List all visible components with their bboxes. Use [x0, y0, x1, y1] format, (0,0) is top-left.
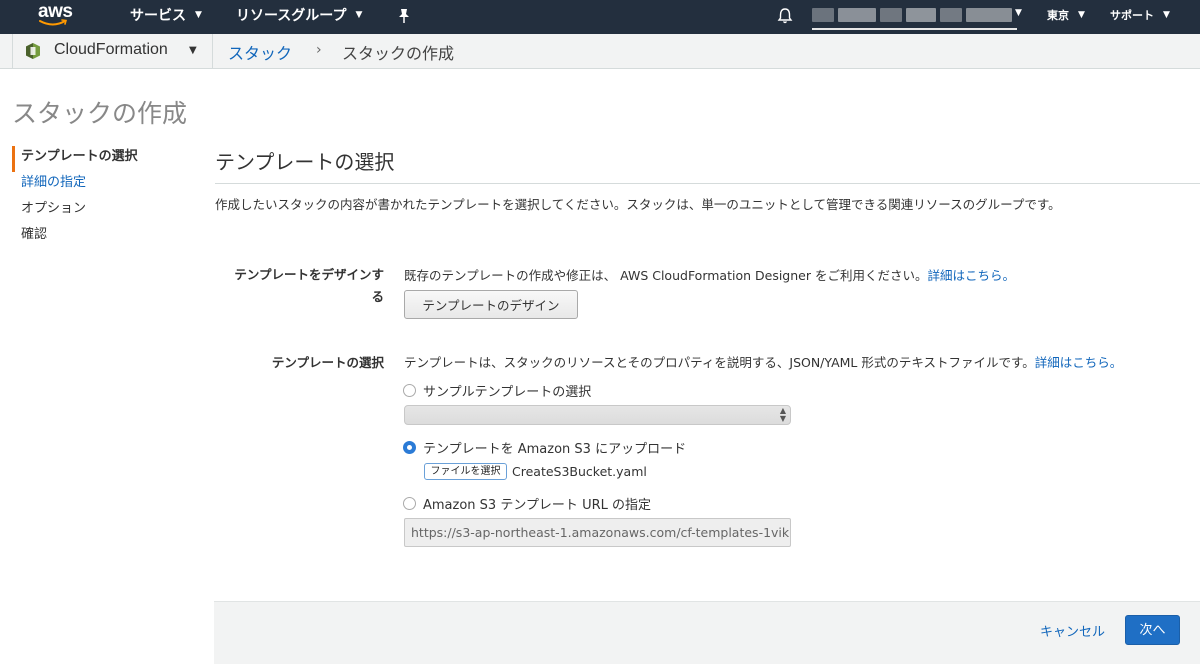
breadcrumb-current: スタックの作成 [342, 44, 455, 63]
upload-s3-label[interactable]: テンプレートを Amazon S3 にアップロード [423, 438, 686, 457]
chevron-down-icon: ▼ [195, 10, 202, 20]
select-arrows-icon: ▲ ▼ [779, 406, 786, 423]
resource-groups-menu[interactable]: リソースグループ ▼ [236, 0, 362, 34]
cloudformation-icon [25, 42, 41, 64]
account-menu[interactable] [812, 8, 1012, 24]
design-template-button[interactable]: テンプレートのデザイン [404, 290, 578, 319]
choose-file-button[interactable]: ファイルを選択 [424, 463, 507, 480]
support-menu[interactable]: サポート ▼ [1110, 0, 1170, 34]
resource-groups-menu-label: リソースグループ [236, 8, 347, 24]
sample-template-label[interactable]: サンプルテンプレートの選択 [423, 381, 591, 400]
chevron-down-icon[interactable]: ▼ [1015, 8, 1022, 18]
upload-s3-radio[interactable] [403, 441, 416, 454]
s3-url-radio[interactable] [403, 497, 416, 510]
design-template-text: 既存のテンプレートの作成や修正は、 AWS CloudFormation Des… [404, 268, 1015, 283]
sample-template-radio[interactable] [403, 384, 416, 397]
step-review: 確認 [21, 227, 48, 242]
breadcrumb-separator: › [316, 42, 322, 58]
step-options: オプション [21, 201, 87, 216]
sample-template-select[interactable]: ▲ ▼ [404, 405, 791, 425]
services-menu-label: サービス [130, 8, 186, 24]
divider [215, 183, 1200, 184]
chevron-down-icon: ▼ [1163, 10, 1170, 20]
step-select-template: テンプレートの選択 [12, 146, 202, 172]
selected-file-name: CreateS3Bucket.yaml [512, 464, 647, 479]
next-button[interactable]: 次へ [1125, 615, 1180, 645]
s3-url-input[interactable]: https://s3-ap-northeast-1.amazonaws.com/… [404, 518, 791, 547]
learn-more-link[interactable]: 詳細はこちら。 [1035, 355, 1123, 370]
wizard-steps: テンプレートの選択 詳細の指定 オプション 確認 [12, 146, 202, 250]
chevron-down-icon[interactable]: ▼ [189, 45, 197, 56]
step-specify-details[interactable]: 詳細の指定 [12, 172, 202, 198]
learn-more-link[interactable]: 詳細はこちら。 [927, 268, 1015, 283]
bell-icon[interactable] [776, 7, 794, 29]
cancel-link[interactable]: キャンセル [1040, 621, 1105, 640]
section-description: 作成したいスタックの内容が書かれたテンプレートを選択してください。スタックは、単… [215, 197, 1061, 212]
region-menu-label: 東京 [1047, 9, 1069, 22]
section-title: テンプレートの選択 [215, 150, 395, 174]
design-template-label: テンプレートをデザインす る [234, 267, 384, 304]
top-navigation-bar: aws サービス ▼ リソースグループ ▼ ▼ 東京 ▼ サポート ▼ [0, 0, 1200, 34]
region-menu[interactable]: 東京 ▼ [1047, 0, 1085, 34]
chevron-down-icon: ▼ [1078, 10, 1085, 20]
pin-icon[interactable] [397, 8, 411, 28]
aws-smile-icon [39, 19, 68, 26]
breadcrumb-stacks-link[interactable]: スタック [228, 40, 292, 64]
page-title: スタックの作成 [12, 99, 188, 128]
services-menu[interactable]: サービス ▼ [130, 0, 202, 34]
chevron-down-icon: ▼ [355, 10, 363, 20]
choose-template-text: テンプレートは、スタックのリソースとそのプロパティを説明する、JSON/YAML… [404, 355, 1123, 370]
choose-template-label: テンプレートの選択 [271, 355, 384, 370]
divider [212, 34, 213, 68]
service-subnav: CloudFormation ▼ スタック › スタックの作成 [0, 34, 1200, 69]
aws-logo[interactable]: aws [38, 1, 82, 31]
divider [12, 34, 13, 68]
s3-url-label[interactable]: Amazon S3 テンプレート URL の指定 [423, 494, 651, 513]
account-underline [812, 28, 1017, 30]
support-menu-label: サポート [1110, 9, 1154, 22]
service-name[interactable]: CloudFormation [54, 41, 168, 59]
